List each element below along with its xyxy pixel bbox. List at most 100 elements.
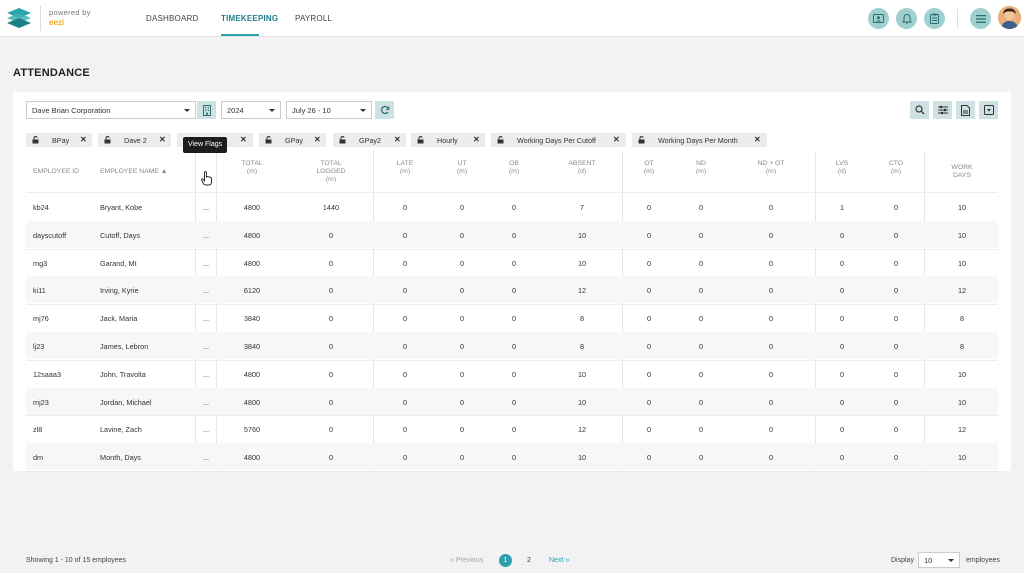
cell-absent: 12 bbox=[577, 425, 587, 435]
nav-timekeeping[interactable]: TIMEKEEPING bbox=[221, 14, 278, 23]
cell-work: 10 bbox=[957, 453, 967, 463]
download-box-icon bbox=[983, 105, 994, 115]
cell-id: mg3 bbox=[33, 258, 48, 268]
cell-ut: 0 bbox=[459, 203, 465, 212]
unlock-icon bbox=[497, 136, 504, 144]
cell-ob: 0 bbox=[511, 286, 517, 296]
building-icon bbox=[202, 104, 211, 116]
row-actions-menu[interactable]: ... bbox=[197, 231, 215, 240]
cell-ut: 0 bbox=[459, 453, 465, 463]
clipboard-icon[interactable] bbox=[924, 8, 945, 29]
remove-flag-icon[interactable]: ✕ bbox=[314, 135, 321, 144]
id-card-icon[interactable] bbox=[868, 8, 889, 29]
cell-lvs: 0 bbox=[839, 258, 845, 268]
double-chevron-left-icon: « bbox=[450, 557, 454, 564]
display-label: Display bbox=[891, 557, 914, 564]
remove-flag-icon[interactable]: ✕ bbox=[613, 135, 620, 144]
remove-flag-icon[interactable]: ✕ bbox=[159, 135, 166, 144]
cell-ob: 0 bbox=[511, 369, 517, 379]
row-actions-menu[interactable]: ... bbox=[197, 286, 215, 295]
row-divider bbox=[26, 359, 998, 361]
page-size-select[interactable]: 10 bbox=[918, 552, 960, 568]
remove-flag-icon[interactable]: ✕ bbox=[473, 135, 480, 144]
hamburger-menu-icon[interactable] bbox=[970, 8, 991, 29]
row-actions-menu[interactable]: ... bbox=[197, 342, 215, 351]
header-cto[interactable]: CTO (m) bbox=[876, 160, 916, 176]
header-total-logged[interactable]: TOTAL LOGGED (m) bbox=[305, 160, 357, 184]
previous-page-link[interactable]: « Previous bbox=[450, 557, 483, 564]
header-nd-ot[interactable]: ND + OT (m) bbox=[746, 160, 796, 176]
flag-chip-label: Working Days Per Cutoff bbox=[517, 136, 596, 145]
cell-ot: 0 bbox=[646, 369, 652, 379]
user-avatar[interactable] bbox=[998, 6, 1021, 29]
previous-label: Previous bbox=[455, 557, 484, 564]
remove-flag-icon[interactable]: ✕ bbox=[394, 135, 401, 144]
header-late[interactable]: LATE (m) bbox=[385, 160, 425, 176]
cell-id: dm bbox=[33, 453, 44, 463]
cell-logged: 0 bbox=[328, 342, 334, 351]
page-2-button[interactable]: 2 bbox=[527, 557, 531, 564]
header-work-days[interactable]: WORK DAYS bbox=[940, 164, 984, 180]
header-total[interactable]: TOTAL (m) bbox=[230, 160, 274, 176]
header-ut[interactable]: UT (m) bbox=[442, 160, 482, 176]
row-divider bbox=[26, 304, 998, 306]
header-logged-label-2: LOGGED bbox=[316, 168, 346, 175]
header-ob[interactable]: OB (m) bbox=[494, 160, 534, 176]
remove-flag-icon[interactable]: ✕ bbox=[754, 135, 761, 144]
brand-name: eezi bbox=[49, 18, 65, 27]
download-button[interactable] bbox=[979, 101, 998, 119]
refresh-button[interactable] bbox=[375, 101, 394, 119]
header-ndot-unit: (m) bbox=[765, 168, 777, 175]
column-divider bbox=[924, 151, 925, 471]
row-actions-menu[interactable]: ... bbox=[197, 425, 215, 434]
cell-name: Month, Days bbox=[100, 453, 141, 463]
year-select[interactable]: 2024 bbox=[221, 101, 281, 119]
header-absent[interactable]: ABSENT (d) bbox=[560, 160, 604, 176]
cell-logged: 0 bbox=[328, 314, 334, 324]
cell-absent: 10 bbox=[577, 369, 587, 379]
building-icon-button[interactable] bbox=[197, 101, 216, 119]
nav-payroll[interactable]: PAYROLL bbox=[295, 14, 332, 23]
bell-icon[interactable] bbox=[896, 8, 917, 29]
cell-id: 12saaa3 bbox=[33, 369, 61, 379]
row-actions-menu[interactable]: ... bbox=[197, 203, 215, 212]
search-button[interactable] bbox=[910, 101, 929, 119]
filter-settings-button[interactable] bbox=[933, 101, 952, 119]
row-actions-menu[interactable]: ... bbox=[197, 453, 215, 462]
cell-work: 10 bbox=[957, 397, 967, 407]
header-employee-name[interactable]: EMPLOYEE NAME ▲ bbox=[100, 168, 168, 176]
row-actions-menu[interactable]: ... bbox=[197, 259, 215, 268]
header-lvs[interactable]: LVS (d) bbox=[822, 160, 862, 176]
cell-logged: 0 bbox=[328, 397, 334, 407]
cell-lvs: 0 bbox=[839, 397, 845, 407]
export-document-button[interactable] bbox=[956, 101, 975, 119]
row-actions-menu[interactable]: ... bbox=[197, 314, 215, 323]
header-ot[interactable]: OT (m) bbox=[629, 160, 669, 176]
cell-late: 0 bbox=[402, 230, 408, 240]
company-select[interactable]: Dave Brian Corporation bbox=[26, 101, 196, 119]
header-nd[interactable]: ND (m) bbox=[681, 160, 721, 176]
header-ndot-label: ND + OT bbox=[757, 160, 785, 167]
cell-lvs: 0 bbox=[839, 342, 845, 351]
period-select[interactable]: July 26 - 10 bbox=[286, 101, 372, 119]
cell-id: kb24 bbox=[33, 203, 49, 212]
cell-late: 0 bbox=[402, 369, 408, 379]
next-page-link[interactable]: Next » bbox=[549, 557, 569, 564]
header-employee-id[interactable]: EMPLOYEE ID bbox=[33, 168, 79, 176]
page-1-button[interactable]: 1 bbox=[499, 554, 512, 567]
app-logo[interactable] bbox=[5, 7, 33, 29]
header-total-label: TOTAL bbox=[241, 160, 263, 167]
flag-chip-bpay: BPay ✕ bbox=[26, 133, 92, 147]
column-divider bbox=[815, 151, 816, 471]
header-logged-unit: (m) bbox=[325, 176, 337, 183]
header-logged-label-1: TOTAL bbox=[320, 160, 342, 167]
cell-nd: 0 bbox=[698, 203, 704, 212]
cell-total: 4800 bbox=[243, 203, 261, 212]
row-actions-menu[interactable]: ... bbox=[197, 370, 215, 379]
remove-flag-icon[interactable]: ✕ bbox=[80, 135, 87, 144]
row-actions-menu[interactable]: ... bbox=[197, 398, 215, 407]
remove-flag-icon[interactable]: ✕ bbox=[240, 135, 247, 144]
nav-dashboard[interactable]: DASHBOARD bbox=[146, 14, 198, 23]
view-flags-header-icon[interactable] bbox=[201, 171, 212, 191]
period-select-value: July 26 - 10 bbox=[292, 106, 331, 115]
